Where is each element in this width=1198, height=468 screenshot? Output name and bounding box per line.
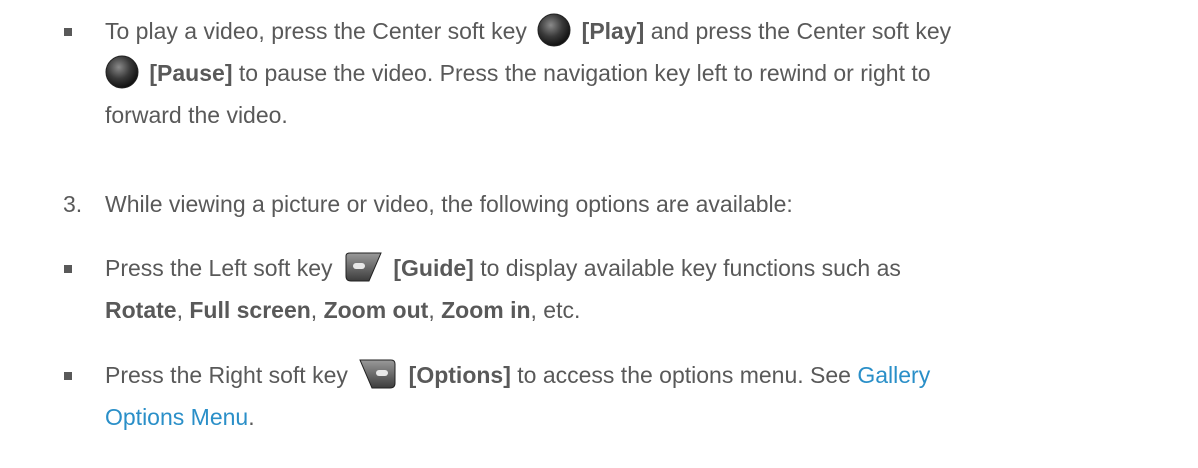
bullet-item-options: Press the Right soft key [Options] to ac…	[105, 354, 1185, 438]
bullet-marker	[64, 372, 72, 380]
period: .	[248, 404, 255, 430]
function-rotate: Rotate	[105, 297, 177, 323]
center-soft-key-icon	[537, 13, 571, 47]
bullet3-text-part2: to access the options menu. See	[517, 362, 851, 388]
function-zoom-in: Zoom in	[441, 297, 531, 323]
center-soft-key-icon	[105, 55, 139, 89]
left-soft-key-icon	[343, 250, 383, 284]
function-zoom-out: Zoom out	[323, 297, 429, 323]
gallery-options-link[interactable]: Gallery	[857, 362, 930, 388]
guide-key-label: [Guide]	[393, 255, 474, 281]
bullet1-line1: To play a video, press the Center soft k…	[105, 10, 1185, 52]
bullet1-line2: [Pause] to pause the video. Press the na…	[105, 52, 1185, 94]
bullet2-line1: Press the Left soft key [Guide] to displ…	[105, 247, 1185, 289]
bullet1-text-part2: and press the Center soft key	[650, 18, 952, 44]
bullet2-text-part1: Press the Left soft key	[105, 255, 333, 281]
bullet1-line3: forward the video.	[105, 94, 1185, 136]
bullet2-tail: , etc.	[530, 297, 581, 323]
bullet2-text-part2: to display available key functions such …	[480, 255, 901, 281]
bullet2-line2: Rotate, Full screen, Zoom out, Zoom in, …	[105, 289, 1185, 331]
bullet-marker	[64, 28, 72, 36]
bullet1-text-part4: forward the video.	[105, 102, 288, 128]
bullet-marker	[64, 265, 72, 273]
separator: ,	[176, 297, 183, 323]
bullet1-text-part3: to pause the video. Press the navigation…	[238, 60, 931, 86]
bullet3-line1: Press the Right soft key [Options] to ac…	[105, 354, 1185, 396]
options-key-label: [Options]	[408, 362, 511, 388]
separator: ,	[310, 297, 318, 323]
right-soft-key-icon	[358, 357, 398, 391]
step-number: 3.	[63, 191, 83, 217]
bullet-item-guide: Press the Left soft key [Guide] to displ…	[105, 247, 1185, 331]
step3-text-content: While viewing a picture or video, the fo…	[105, 191, 793, 217]
separator: ,	[428, 297, 435, 323]
pause-key-label: [Pause]	[149, 60, 233, 86]
step3-text: While viewing a picture or video, the fo…	[105, 183, 1185, 225]
bullet3-text-part1: Press the Right soft key	[105, 362, 348, 388]
bullet1-text-part1: To play a video, press the Center soft k…	[105, 18, 527, 44]
play-key-label: [Play]	[581, 18, 645, 44]
function-full-screen: Full screen	[189, 297, 311, 323]
bullet-item-play-video: To play a video, press the Center soft k…	[105, 10, 1185, 136]
bullet3-line2: Options Menu.	[105, 396, 1185, 438]
gallery-options-link-continued[interactable]: Options Menu	[105, 404, 248, 430]
